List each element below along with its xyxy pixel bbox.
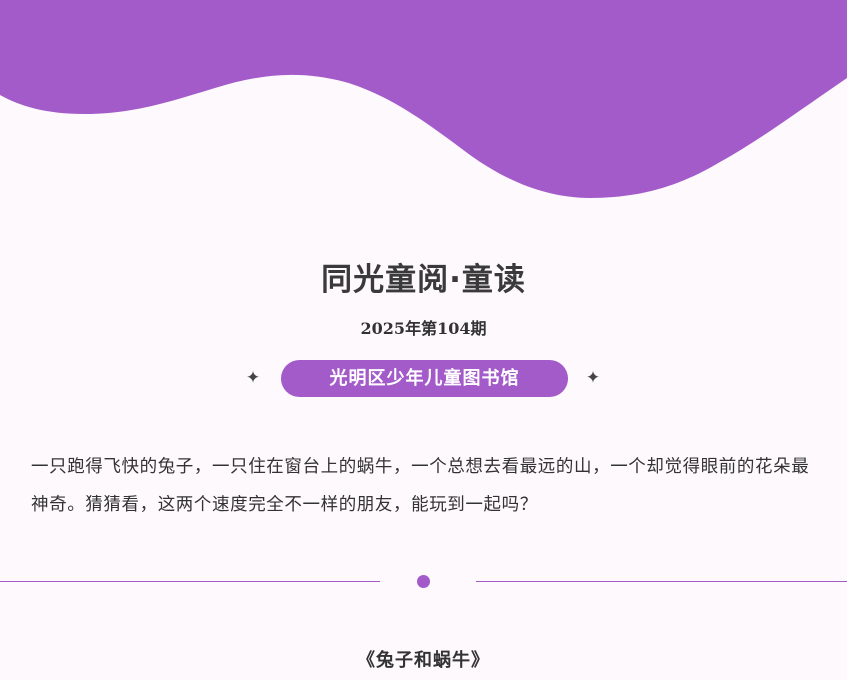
issue-number: 2025年第104期 — [360, 319, 487, 338]
story-title: 《兔子和蜗牛》 — [357, 650, 490, 671]
header-wave-decoration — [0, 0, 847, 198]
library-name-badge: 光明区少年儿童图书馆 — [281, 360, 568, 397]
page-title: 同光童阅·童读 — [321, 262, 526, 298]
section-divider-dot — [417, 575, 430, 588]
section-divider-line — [0, 581, 380, 582]
section-divider-line — [476, 581, 847, 582]
sparkle-icon: ✦ — [585, 368, 601, 388]
sparkle-icon: ✦ — [245, 368, 261, 388]
intro-paragraph: 一只跑得飞快的兔子，一只住在窗台上的蜗牛，一个总想去看最远的山，一个却觉得眼前的… — [31, 457, 810, 515]
library-tag-row: ✦ 光明区少年儿童图书馆 ✦ — [0, 360, 847, 397]
